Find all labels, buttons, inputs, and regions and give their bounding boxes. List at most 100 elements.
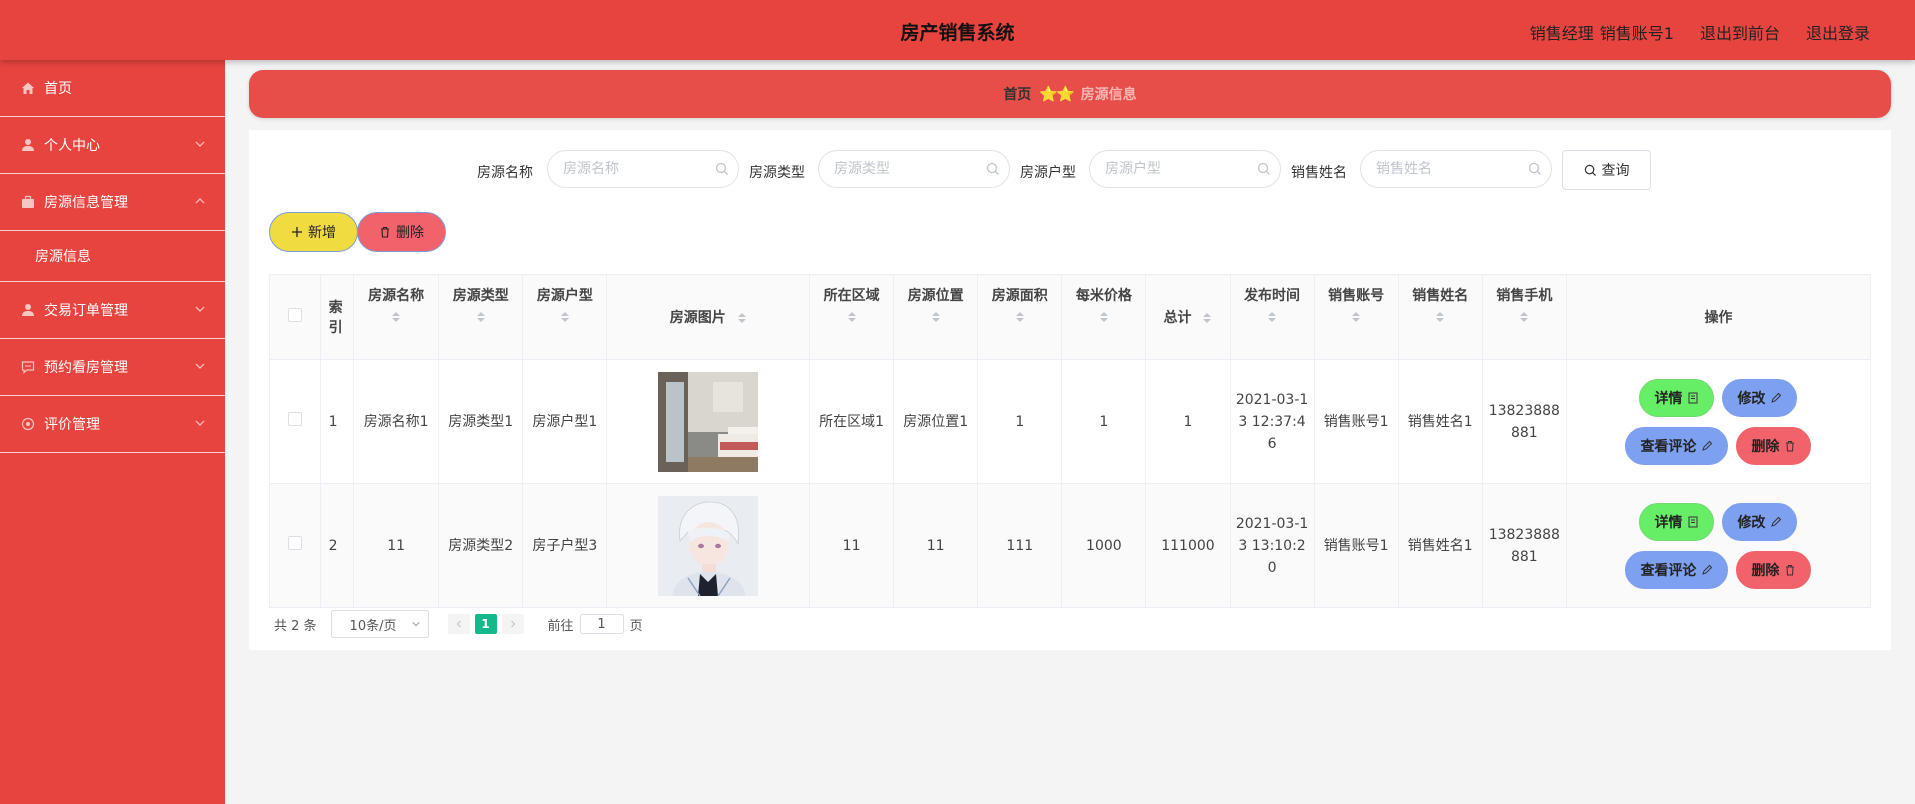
cell-house-image xyxy=(606,483,811,608)
edit-button[interactable]: 修改 xyxy=(1722,502,1798,541)
col-header-total[interactable]: 总计 xyxy=(1145,274,1231,360)
col-header-sales-name[interactable]: 销售姓名 xyxy=(1397,274,1483,360)
batch-delete-button[interactable]: 删除 xyxy=(357,212,446,252)
chevron-left-icon xyxy=(456,620,461,628)
delete-button[interactable]: 删除 xyxy=(1736,426,1812,465)
col-header-house-type[interactable]: 房源类型 xyxy=(438,274,524,360)
col-header-price-per-m[interactable]: 每米价格 xyxy=(1061,274,1147,360)
sidebar-subitem-house-info[interactable]: 房源信息 xyxy=(0,231,225,282)
chevron-right-icon xyxy=(510,620,515,628)
sort-icon[interactable] xyxy=(476,311,486,323)
row-checkbox[interactable] xyxy=(287,411,302,426)
detail-button[interactable]: 详情 xyxy=(1639,378,1715,417)
goto-page-input[interactable] xyxy=(579,614,624,634)
sidebar-item-personal-center[interactable]: 个人中心 xyxy=(0,117,225,174)
cell-sales-name: 销售姓名1 xyxy=(1397,359,1483,484)
view-comments-button-label: 查看评论 xyxy=(1640,562,1697,579)
search-icon xyxy=(715,162,728,175)
plus-icon xyxy=(292,227,302,237)
col-header-label: 总计 xyxy=(1163,310,1192,326)
sales-name-input[interactable] xyxy=(1360,150,1552,188)
sort-icon[interactable] xyxy=(1202,312,1212,324)
next-page-button[interactable] xyxy=(501,614,524,634)
chevron-down-icon xyxy=(195,420,205,426)
house-name-input[interactable] xyxy=(547,150,739,188)
anime-portrait-thumbnail[interactable] xyxy=(658,495,759,596)
col-header-size[interactable]: 房源面积 xyxy=(977,274,1063,360)
home-icon xyxy=(20,80,36,96)
chevron-down-icon xyxy=(195,363,205,369)
row-checkbox[interactable] xyxy=(287,535,302,550)
search-form: 房源名称 房源类型 房源户型 销售姓名 查询 xyxy=(249,150,1891,190)
sort-icon[interactable] xyxy=(931,311,941,323)
breadcrumb-home[interactable]: 首页 xyxy=(1003,84,1031,104)
cell-size: 1 xyxy=(977,359,1063,484)
col-header-house-image[interactable]: 房源图片 xyxy=(606,274,811,360)
edit-button-label: 修改 xyxy=(1737,514,1766,531)
search-icon xyxy=(1257,162,1270,175)
sidebar-item-label: 房源信息管理 xyxy=(44,195,128,211)
briefcase-icon xyxy=(20,194,36,210)
exit-to-front-link[interactable]: 退出到前台 xyxy=(1700,20,1780,44)
bedroom-photo-thumbnail[interactable] xyxy=(658,371,759,472)
row-actions-line: 详情 修改 xyxy=(1639,502,1798,541)
pencil-icon xyxy=(1771,392,1782,403)
breadcrumb-separator-stars-icon: ⭐⭐ xyxy=(1039,85,1074,103)
sort-icon[interactable] xyxy=(1267,311,1277,323)
document-icon xyxy=(1688,516,1698,527)
cell-house-type: 房源类型2 xyxy=(438,483,524,608)
house-layout-input[interactable] xyxy=(1089,150,1281,188)
edit-button[interactable]: 修改 xyxy=(1722,378,1798,417)
sort-icon[interactable] xyxy=(1351,311,1361,323)
col-header-area[interactable]: 所在区域 xyxy=(809,274,895,360)
cell-house-layout: 房源户型1 xyxy=(522,359,608,484)
sort-icon[interactable] xyxy=(560,311,570,323)
sort-icon[interactable] xyxy=(1099,311,1109,323)
pencil-icon xyxy=(1702,564,1713,575)
sidebar-item-home[interactable]: 首页 xyxy=(0,60,225,117)
cell-price-per-m: 1000 xyxy=(1061,483,1147,608)
col-header-house-name[interactable]: 房源名称 xyxy=(353,274,440,360)
content-card: 房源名称 房源类型 房源户型 销售姓名 查询 新增 删除 xyxy=(249,130,1891,650)
add-button[interactable]: 新增 xyxy=(269,212,358,252)
col-header-operations: 操作 xyxy=(1565,274,1872,360)
pagination-total: 共 2 条 xyxy=(274,618,317,634)
cell-index: 1 xyxy=(319,359,355,484)
col-header-index: 索引 xyxy=(319,274,355,360)
sort-icon[interactable] xyxy=(1015,311,1025,323)
delete-button[interactable]: 删除 xyxy=(1736,550,1812,589)
cell-sales-account: 销售账号1 xyxy=(1313,359,1399,484)
cell-house-image xyxy=(606,359,811,484)
sidebar-item-viewing-management[interactable]: 预约看房管理 xyxy=(0,339,225,396)
select-all-checkbox[interactable] xyxy=(287,308,302,322)
page-size-value: 10条/页 xyxy=(349,618,397,634)
sort-icon[interactable] xyxy=(1519,311,1529,323)
col-header-publish-time[interactable]: 发布时间 xyxy=(1229,274,1315,360)
sort-icon[interactable] xyxy=(391,311,401,323)
chevron-up-icon xyxy=(195,198,205,204)
query-button[interactable]: 查询 xyxy=(1562,150,1651,190)
col-header-location[interactable]: 房源位置 xyxy=(893,274,979,360)
col-header-sales-phone[interactable]: 销售手机 xyxy=(1481,274,1567,360)
sidebar-item-house-management[interactable]: 房源信息管理 xyxy=(0,174,225,231)
sort-icon[interactable] xyxy=(847,311,857,323)
detail-button[interactable]: 详情 xyxy=(1639,502,1715,541)
house-type-input[interactable] xyxy=(818,150,1010,188)
delete-button-label: 删除 xyxy=(1751,562,1780,579)
view-comments-button[interactable]: 查看评论 xyxy=(1625,426,1729,465)
pagination: 共 2 条 10条/页 1 前往 页 xyxy=(274,610,643,638)
page-number-current[interactable]: 1 xyxy=(474,614,497,634)
col-header-house-layout[interactable]: 房源户型 xyxy=(522,274,608,360)
sidebar-item-order-management[interactable]: 交易订单管理 xyxy=(0,282,225,339)
sort-icon[interactable] xyxy=(1435,311,1445,323)
view-comments-button[interactable]: 查看评论 xyxy=(1625,550,1729,589)
prev-page-button[interactable] xyxy=(447,614,470,634)
chevron-down-icon xyxy=(195,141,205,147)
logout-link[interactable]: 退出登录 xyxy=(1806,20,1870,44)
sidebar-item-review-management[interactable]: 评价管理 xyxy=(0,396,225,453)
breadcrumb-current: 房源信息 xyxy=(1080,87,1137,103)
col-header-sales-account[interactable]: 销售账号 xyxy=(1313,274,1399,360)
sort-icon[interactable] xyxy=(737,312,747,324)
col-header-label: 销售手机 xyxy=(1496,288,1553,304)
page-size-select[interactable]: 10条/页 xyxy=(330,610,429,638)
